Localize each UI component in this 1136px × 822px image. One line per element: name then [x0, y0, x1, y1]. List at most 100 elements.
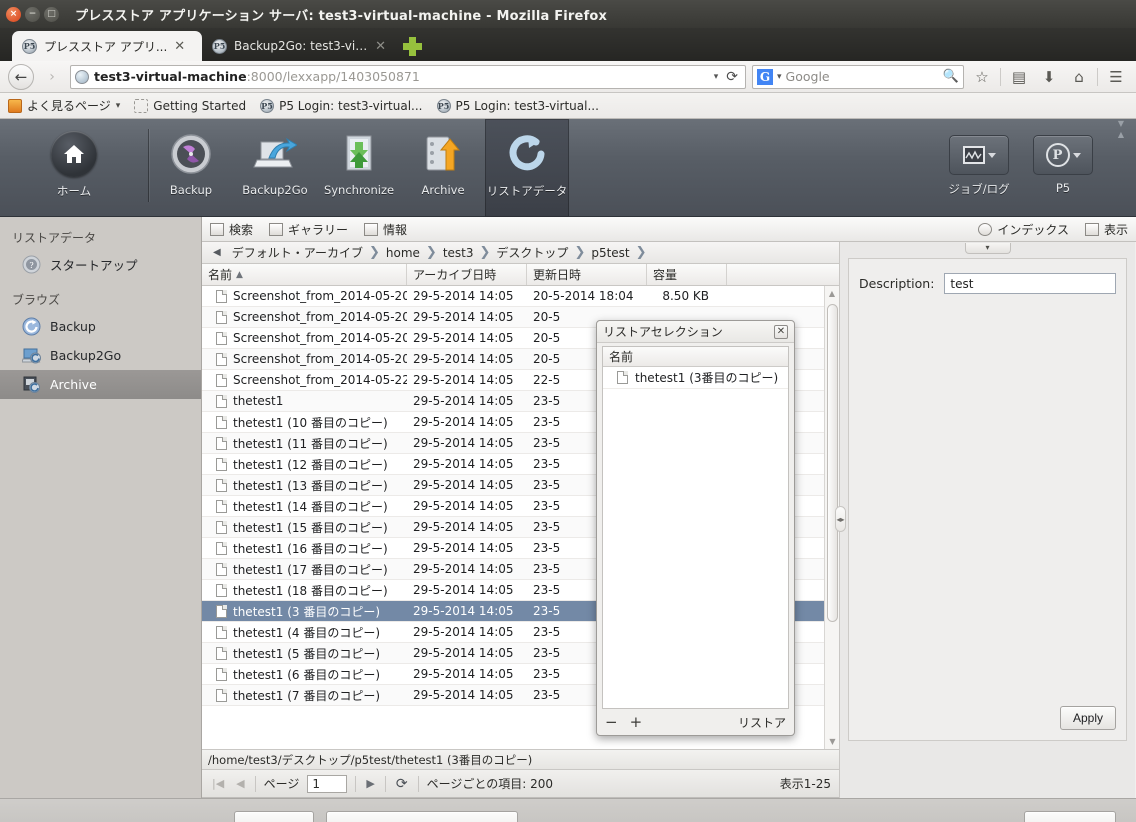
column-header-extra[interactable]: [727, 264, 839, 285]
browser-tab-2-close-icon[interactable]: ✕: [375, 40, 386, 53]
right-panel-collapse-nub[interactable]: ▾: [964, 242, 1011, 254]
chevron-down-icon: ▼: [1117, 119, 1125, 128]
scroll-down-arrow-icon[interactable]: ▼: [825, 734, 839, 749]
toolbar-item-archive[interactable]: Archive: [401, 119, 485, 216]
dialog-column-header-name[interactable]: 名前: [603, 347, 788, 367]
pager-first-button[interactable]: |◀: [210, 777, 226, 790]
column-header-modified[interactable]: 更新日時: [527, 264, 647, 285]
home-button[interactable]: ⌂: [1067, 65, 1091, 89]
forward-button[interactable]: ›: [40, 65, 64, 89]
browser-tab-1[interactable]: P5 プレスストア アプリ... ✕: [12, 31, 202, 61]
main-tool-index[interactable]: インデックス: [978, 221, 1069, 238]
file-name-label: thetest1 (6 番目のコピー): [233, 667, 381, 682]
description-input[interactable]: test: [944, 273, 1116, 294]
sidebar-item-archive[interactable]: Archive: [0, 370, 201, 399]
toolbar-item-restore-data[interactable]: リストアデータ: [485, 119, 569, 217]
main-tool-search[interactable]: 検索: [210, 221, 253, 238]
back-button[interactable]: ←: [8, 63, 34, 90]
sidebar-item-backup[interactable]: Backup: [0, 312, 201, 341]
file-name-cell: thetest1 (4 番目のコピー): [202, 624, 407, 641]
toolbar-item-synchronize[interactable]: Synchronize: [317, 119, 401, 216]
toolbar-item-home[interactable]: ホーム: [0, 119, 148, 216]
main-tool-view[interactable]: 表示: [1084, 221, 1128, 238]
restore-selection-dialog[interactable]: リストアセレクション ✕ 名前 thetest1 (3番目のコピー) − + リ…: [596, 320, 795, 736]
pager-next-button[interactable]: ▶: [364, 777, 376, 790]
hamburger-icon: ☰: [1109, 67, 1123, 86]
column-header-archived[interactable]: アーカイブ日時: [407, 264, 527, 285]
address-dropdown-icon[interactable]: ▾: [714, 72, 719, 82]
search-input[interactable]: Google: [786, 69, 939, 84]
download-icon: ⬇: [1042, 67, 1056, 86]
main-toolbar-right: インデックス 表示: [978, 221, 1128, 238]
pane-splitter-handle[interactable]: ◂▸: [835, 506, 846, 532]
dialog-restore-button[interactable]: リストア: [738, 714, 786, 731]
status-path: /home/test3/デスクトップ/p5test/thetest1 (3番目の…: [202, 749, 839, 770]
table-row[interactable]: Screenshot_from_2014-05-20 18^2f04^... 29…: [202, 286, 839, 307]
column-header-name[interactable]: 名前 ▲: [202, 264, 407, 285]
search-engine-caret-icon[interactable]: ▾: [777, 72, 782, 82]
window-maximize-button[interactable]: □: [44, 6, 59, 22]
browser-navbar: ← › test3-virtual-machine:8000/lexxapp/1…: [0, 61, 1136, 93]
dialog-titlebar[interactable]: リストアセレクション ✕: [597, 321, 794, 343]
address-bar[interactable]: test3-virtual-machine:8000/lexxapp/14030…: [70, 64, 746, 89]
bookmark-p5-login-1[interactable]: P5 P5 Login: test3-virtual...: [260, 98, 423, 113]
p5-button[interactable]: P: [1033, 135, 1093, 175]
dialog-list[interactable]: 名前 thetest1 (3番目のコピー): [602, 346, 789, 709]
apply-button[interactable]: Apply: [1059, 706, 1116, 730]
new-tab-button[interactable]: [401, 35, 423, 57]
restore-button[interactable]: リストア: [234, 810, 315, 822]
pager-refresh-icon[interactable]: ⟳: [394, 776, 410, 792]
add-item-button[interactable]: +: [630, 714, 643, 730]
dialog-close-icon[interactable]: ✕: [774, 324, 788, 339]
reader-button[interactable]: ▤: [1007, 65, 1031, 89]
file-name-cell: thetest1 (6 番目のコピー): [202, 666, 407, 683]
breadcrumb: ◀ デフォルト・アーカイブ ❯ home ❯ test3 ❯ デスクトップ ❯ …: [202, 242, 839, 264]
column-header-size[interactable]: 容量: [647, 264, 727, 285]
search-bar[interactable]: G ▾ Google 🔍: [752, 64, 964, 89]
backup-icon: [168, 131, 214, 177]
window-close-button[interactable]: ×: [6, 6, 21, 22]
scroll-up-arrow-icon[interactable]: ▲: [825, 286, 839, 301]
bookmark-most-visited[interactable]: よく見るページ ▾: [8, 97, 120, 114]
toolbar-item-joblog-label: ジョブ/ログ: [948, 182, 1010, 196]
info-icon: [364, 222, 379, 236]
chevron-right-icon: ❯: [368, 245, 380, 260]
remove-item-button[interactable]: −: [605, 714, 618, 730]
browser-tab-2[interactable]: P5 Backup2Go: test3-vir... ✕: [202, 31, 395, 61]
toolbar-item-backup2go[interactable]: Backup2Go: [233, 119, 317, 216]
search-go-icon[interactable]: 🔍: [943, 69, 959, 84]
file-icon: [216, 478, 227, 492]
add-to-restore-selection-button[interactable]: リストアセレクションに追加: [326, 810, 519, 822]
reload-icon[interactable]: ⟳: [723, 69, 741, 85]
toolbar-item-joblog[interactable]: ジョブ/ログ: [937, 119, 1021, 197]
bookmark-star-button[interactable]: ☆: [970, 65, 994, 89]
window-minimize-button[interactable]: −: [25, 6, 40, 22]
breadcrumb-back-button[interactable]: ◀: [208, 247, 226, 258]
main-tool-gallery[interactable]: ギャラリー: [269, 221, 348, 238]
bookmark-p5-login-2[interactable]: P5 P5 Login: test3-virtual...: [436, 98, 599, 113]
joblog-button[interactable]: [949, 135, 1009, 175]
sidebar-item-backup2go[interactable]: Backup2Go: [0, 341, 201, 370]
pager-page-input[interactable]: 1: [307, 774, 348, 793]
breadcrumb-item-2[interactable]: test3: [439, 246, 478, 260]
dialog-list-item[interactable]: thetest1 (3番目のコピー): [603, 367, 788, 389]
browser-tab-1-close-icon[interactable]: ✕: [174, 40, 185, 53]
toolbar-item-p5[interactable]: P P5: [1021, 119, 1105, 195]
pager-prev-button[interactable]: ◀: [234, 777, 246, 790]
version-button[interactable]: バージョン: [1023, 810, 1116, 822]
main-tool-info[interactable]: 情報: [364, 221, 407, 238]
breadcrumb-item-4[interactable]: p5test: [587, 246, 633, 260]
scrollbar-thumb[interactable]: [827, 304, 838, 622]
breadcrumb-item-1[interactable]: home: [382, 246, 424, 260]
divider: [1000, 67, 1001, 86]
toolbar-item-backup[interactable]: Backup: [149, 119, 233, 216]
home-icon-wrap: [51, 131, 97, 177]
home-icon: [51, 131, 97, 177]
bookmark-getting-started[interactable]: Getting Started: [134, 98, 246, 113]
breadcrumb-item-3[interactable]: デスクトップ: [492, 244, 572, 261]
downloads-button[interactable]: ⬇: [1037, 65, 1061, 89]
toolbar-collapse-button[interactable]: ▼ ▲: [1106, 119, 1136, 139]
menu-button[interactable]: ☰: [1104, 65, 1128, 89]
sidebar-item-startup[interactable]: ? スタートアップ: [0, 250, 201, 279]
breadcrumb-item-0[interactable]: デフォルト・アーカイブ: [228, 244, 367, 261]
